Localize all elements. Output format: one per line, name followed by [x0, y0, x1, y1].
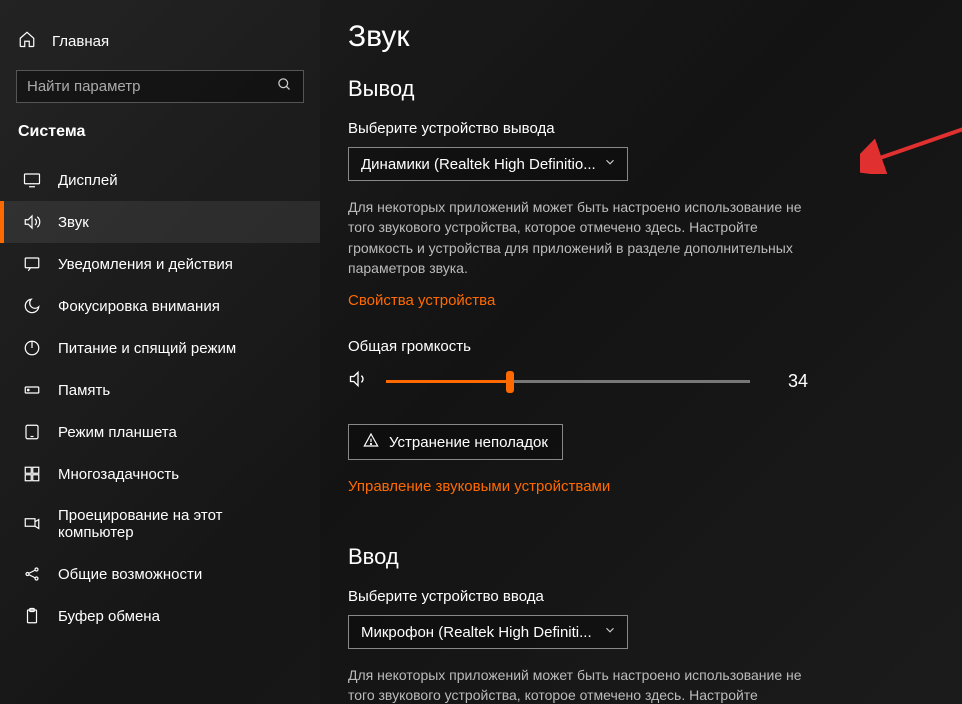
search-icon [277, 77, 292, 97]
sidebar-home[interactable]: Главная [0, 22, 320, 66]
sidebar-item-label: Многозадачность [58, 466, 179, 483]
input-device-dropdown[interactable]: Микрофон (Realtek High Definiti... [348, 615, 628, 649]
volume-label: Общая громкость [348, 338, 922, 355]
search-input[interactable] [16, 70, 304, 103]
output-description: Для некоторых приложений может быть наст… [348, 197, 808, 278]
output-device-dropdown[interactable]: Динамики (Realtek High Definitio... [348, 147, 628, 181]
sidebar-item-focus[interactable]: Фокусировка внимания [0, 285, 320, 327]
clipboard-icon [22, 607, 42, 625]
volume-slider[interactable] [386, 380, 750, 383]
share-icon [22, 565, 42, 583]
sidebar-item-multitask[interactable]: Многозадачность [0, 453, 320, 495]
sidebar-item-shared[interactable]: Общие возможности [0, 553, 320, 595]
sidebar-item-tablet[interactable]: Режим планшета [0, 411, 320, 453]
volume-slider-fill [386, 380, 510, 383]
sidebar-item-label: Звук [58, 214, 89, 231]
chevron-down-icon [603, 623, 617, 641]
output-heading: Вывод [348, 76, 922, 102]
device-properties-link[interactable]: Свойства устройства [348, 292, 495, 309]
volume-icon [348, 369, 368, 394]
home-icon [18, 30, 36, 52]
warning-icon [363, 432, 379, 452]
sidebar-item-label: Память [58, 382, 110, 399]
sidebar-item-display[interactable]: Дисплей [0, 159, 320, 201]
storage-icon [22, 381, 42, 399]
input-select-label: Выберите устройство ввода [348, 588, 922, 605]
sidebar-item-label: Общие возможности [58, 566, 202, 583]
input-description: Для некоторых приложений может быть наст… [348, 665, 808, 704]
sidebar-item-storage[interactable]: Память [0, 369, 320, 411]
speaker-icon [22, 213, 42, 231]
volume-slider-thumb[interactable] [506, 371, 514, 393]
project-icon [22, 515, 42, 533]
sidebar-item-label: Фокусировка внимания [58, 298, 220, 315]
sidebar-item-clipboard[interactable]: Буфер обмена [0, 595, 320, 637]
moon-icon [22, 297, 42, 315]
sidebar-nav: Дисплей Звук Уведомления и действия Фоку… [0, 159, 320, 637]
troubleshoot-label: Устранение неполадок [389, 434, 548, 451]
output-device-value: Динамики (Realtek High Definitio... [361, 156, 596, 173]
sidebar-home-label: Главная [52, 33, 109, 50]
sidebar-item-label: Дисплей [58, 172, 118, 189]
monitor-icon [22, 171, 42, 189]
manage-devices-link[interactable]: Управление звуковыми устройствами [348, 478, 610, 495]
volume-value: 34 [768, 371, 808, 392]
sidebar-item-label: Проецирование на этот компьютер [58, 507, 302, 541]
sidebar-item-power[interactable]: Питание и спящий режим [0, 327, 320, 369]
sidebar: Главная Система Дисплей Звук Уведомления… [0, 0, 320, 704]
troubleshoot-button[interactable]: Устранение неполадок [348, 424, 563, 460]
page-title: Звук [348, 20, 922, 54]
output-select-label: Выберите устройство вывода [348, 120, 922, 137]
power-icon [22, 339, 42, 357]
sidebar-item-label: Буфер обмена [58, 608, 160, 625]
sidebar-item-project[interactable]: Проецирование на этот компьютер [0, 495, 320, 553]
main-content: Звук Вывод Выберите устройство вывода Ди… [320, 0, 962, 704]
volume-row: 34 [348, 369, 808, 394]
tablet-icon [22, 423, 42, 441]
sidebar-item-label: Режим планшета [58, 424, 177, 441]
sidebar-item-notifications[interactable]: Уведомления и действия [0, 243, 320, 285]
sidebar-category: Система [0, 123, 320, 155]
input-device-value: Микрофон (Realtek High Definiti... [361, 624, 592, 641]
sidebar-item-label: Питание и спящий режим [58, 340, 236, 357]
search-wrap [16, 70, 304, 103]
sidebar-item-label: Уведомления и действия [58, 256, 233, 273]
multitask-icon [22, 465, 42, 483]
message-icon [22, 255, 42, 273]
sidebar-item-sound[interactable]: Звук [0, 201, 320, 243]
chevron-down-icon [603, 155, 617, 173]
input-heading: Ввод [348, 544, 922, 570]
